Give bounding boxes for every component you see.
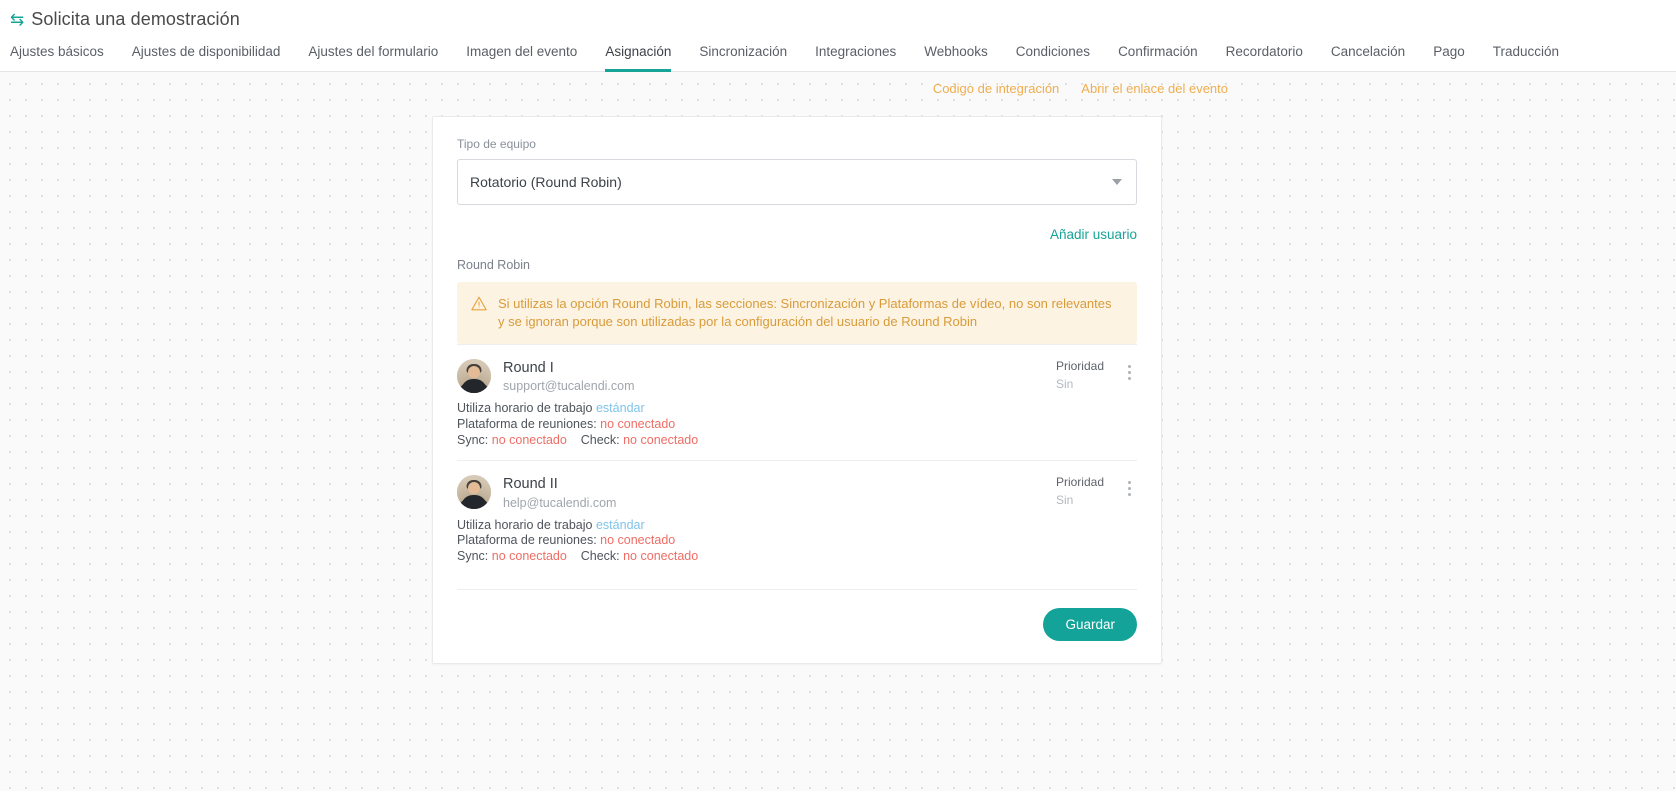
sync-check-line: Sync: no conectado Check: no conectado (457, 549, 1137, 564)
meeting-platform-label: Plataforma de reuniones: (457, 416, 597, 431)
tab-recordatorio[interactable]: Recordatorio (1226, 44, 1303, 72)
check-value[interactable]: no conectado (623, 433, 698, 447)
sync-label: Sync: (457, 432, 489, 447)
user-email: support@tucalendi.com (503, 379, 635, 394)
warning-triangle-icon (471, 296, 487, 316)
working-hours-label: Utiliza horario de trabajo (457, 401, 593, 416)
user-name: Round II (503, 476, 558, 493)
page-title: Solicita una demostración (31, 8, 240, 29)
tab-ajustes-disponibilidad[interactable]: Ajustes de disponibilidad (132, 44, 281, 72)
check-label: Check: (580, 432, 620, 447)
working-hours-label: Utiliza horario de trabajo (457, 517, 593, 532)
add-user-button[interactable]: Añadir usuario (1050, 227, 1137, 242)
tab-webhooks[interactable]: Webhooks (924, 44, 988, 72)
chevron-down-icon (1112, 179, 1122, 185)
working-hours-value[interactable]: estándar (596, 401, 645, 415)
tab-confirmacion[interactable]: Confirmación (1118, 44, 1198, 72)
priority-value: Sin (1055, 493, 1074, 508)
assignment-card: Tipo de equipo Rotatorio (Round Robin) A… (432, 116, 1162, 664)
check-value[interactable]: no conectado (623, 549, 698, 563)
check-label: Check: (580, 549, 620, 564)
sync-check-line: Sync: no conectado Check: no conectado (457, 433, 1137, 448)
priority-value: Sin (1055, 376, 1074, 391)
priority-label: Prioridad (1055, 359, 1104, 374)
tab-sincronizacion[interactable]: Sincronización (699, 44, 787, 72)
round-robin-warning-banner: Si utilizas la opción Round Robin, las s… (457, 282, 1137, 345)
meeting-platform-value[interactable]: no conectado (600, 417, 675, 431)
tab-imagen-evento[interactable]: Imagen del evento (466, 44, 577, 72)
user-email: help@tucalendi.com (503, 495, 617, 510)
user-status-meta: Utiliza horario de trabajo estándar Plat… (457, 518, 1137, 564)
swap-arrows-icon: ⇆ (10, 9, 25, 29)
top-action-links: Codigo de integración Abrir el enlace de… (933, 81, 1228, 96)
sync-value[interactable]: no conectado (492, 549, 567, 563)
tab-cancelacion[interactable]: Cancelación (1331, 44, 1405, 72)
user-name: Round I (503, 360, 554, 377)
warning-message: Si utilizas la opción Round Robin, las s… (498, 296, 1112, 329)
tab-ajustes-formulario[interactable]: Ajustes del formulario (308, 44, 438, 72)
tab-bar: Ajustes básicos Ajustes de disponibilida… (0, 38, 1676, 72)
team-type-select[interactable]: Rotatorio (Round Robin) (457, 159, 1137, 205)
working-hours-line: Utiliza horario de trabajo estándar (457, 518, 1137, 533)
kebab-menu-icon[interactable] (1122, 477, 1137, 500)
working-hours-line: Utiliza horario de trabajo estándar (457, 401, 1137, 416)
meeting-platform-line: Plataforma de reuniones: no conectado (457, 417, 1137, 432)
round-robin-user-row: Round II help@tucalendi.com Prioridad Si… (457, 460, 1137, 576)
avatar (457, 475, 491, 510)
tab-condiciones[interactable]: Condiciones (1016, 44, 1090, 72)
team-type-label: Tipo de equipo (457, 137, 536, 151)
open-event-link[interactable]: Abrir el enlace del evento (1081, 81, 1228, 96)
working-hours-value[interactable]: estándar (596, 518, 645, 532)
card-footer: Guardar (457, 588, 1137, 641)
round-robin-user-row: Round I support@tucalendi.com Prioridad … (457, 344, 1137, 460)
priority-block: Prioridad Sin (1056, 359, 1104, 391)
tab-traduccion[interactable]: Traducción (1493, 44, 1559, 72)
user-header: Round II help@tucalendi.com Prioridad Si… (457, 475, 1137, 510)
kebab-menu-icon[interactable] (1122, 361, 1137, 384)
add-user-row: Añadir usuario (457, 227, 1137, 242)
priority-block: Prioridad Sin (1056, 475, 1104, 507)
meeting-platform-line: Plataforma de reuniones: no conectado (457, 533, 1137, 548)
sync-label: Sync: (457, 549, 489, 564)
user-header: Round I support@tucalendi.com Prioridad … (457, 359, 1137, 393)
tab-pago[interactable]: Pago (1433, 44, 1465, 72)
meeting-platform-value[interactable]: no conectado (600, 533, 675, 547)
priority-label: Prioridad (1055, 475, 1104, 490)
integration-code-link[interactable]: Codigo de integración (933, 81, 1059, 96)
user-status-meta: Utiliza horario de trabajo estándar Plat… (457, 401, 1137, 447)
round-robin-section-label: Round Robin (457, 258, 530, 272)
user-row-actions: Prioridad Sin (1056, 475, 1137, 507)
content-canvas: Codigo de integración Abrir el enlace de… (0, 72, 1676, 791)
avatar (457, 359, 491, 394)
app-header: ⇆ Solicita una demostración (0, 0, 1676, 38)
tab-ajustes-basicos[interactable]: Ajustes básicos (10, 44, 104, 72)
meeting-platform-label: Plataforma de reuniones: (457, 533, 597, 548)
sync-value[interactable]: no conectado (492, 433, 567, 447)
tab-integraciones[interactable]: Integraciones (815, 44, 896, 72)
save-button[interactable]: Guardar (1043, 607, 1137, 641)
user-row-actions: Prioridad Sin (1056, 359, 1137, 391)
tab-asignacion[interactable]: Asignación (605, 44, 672, 72)
team-type-selected-value: Rotatorio (Round Robin) (470, 174, 622, 190)
